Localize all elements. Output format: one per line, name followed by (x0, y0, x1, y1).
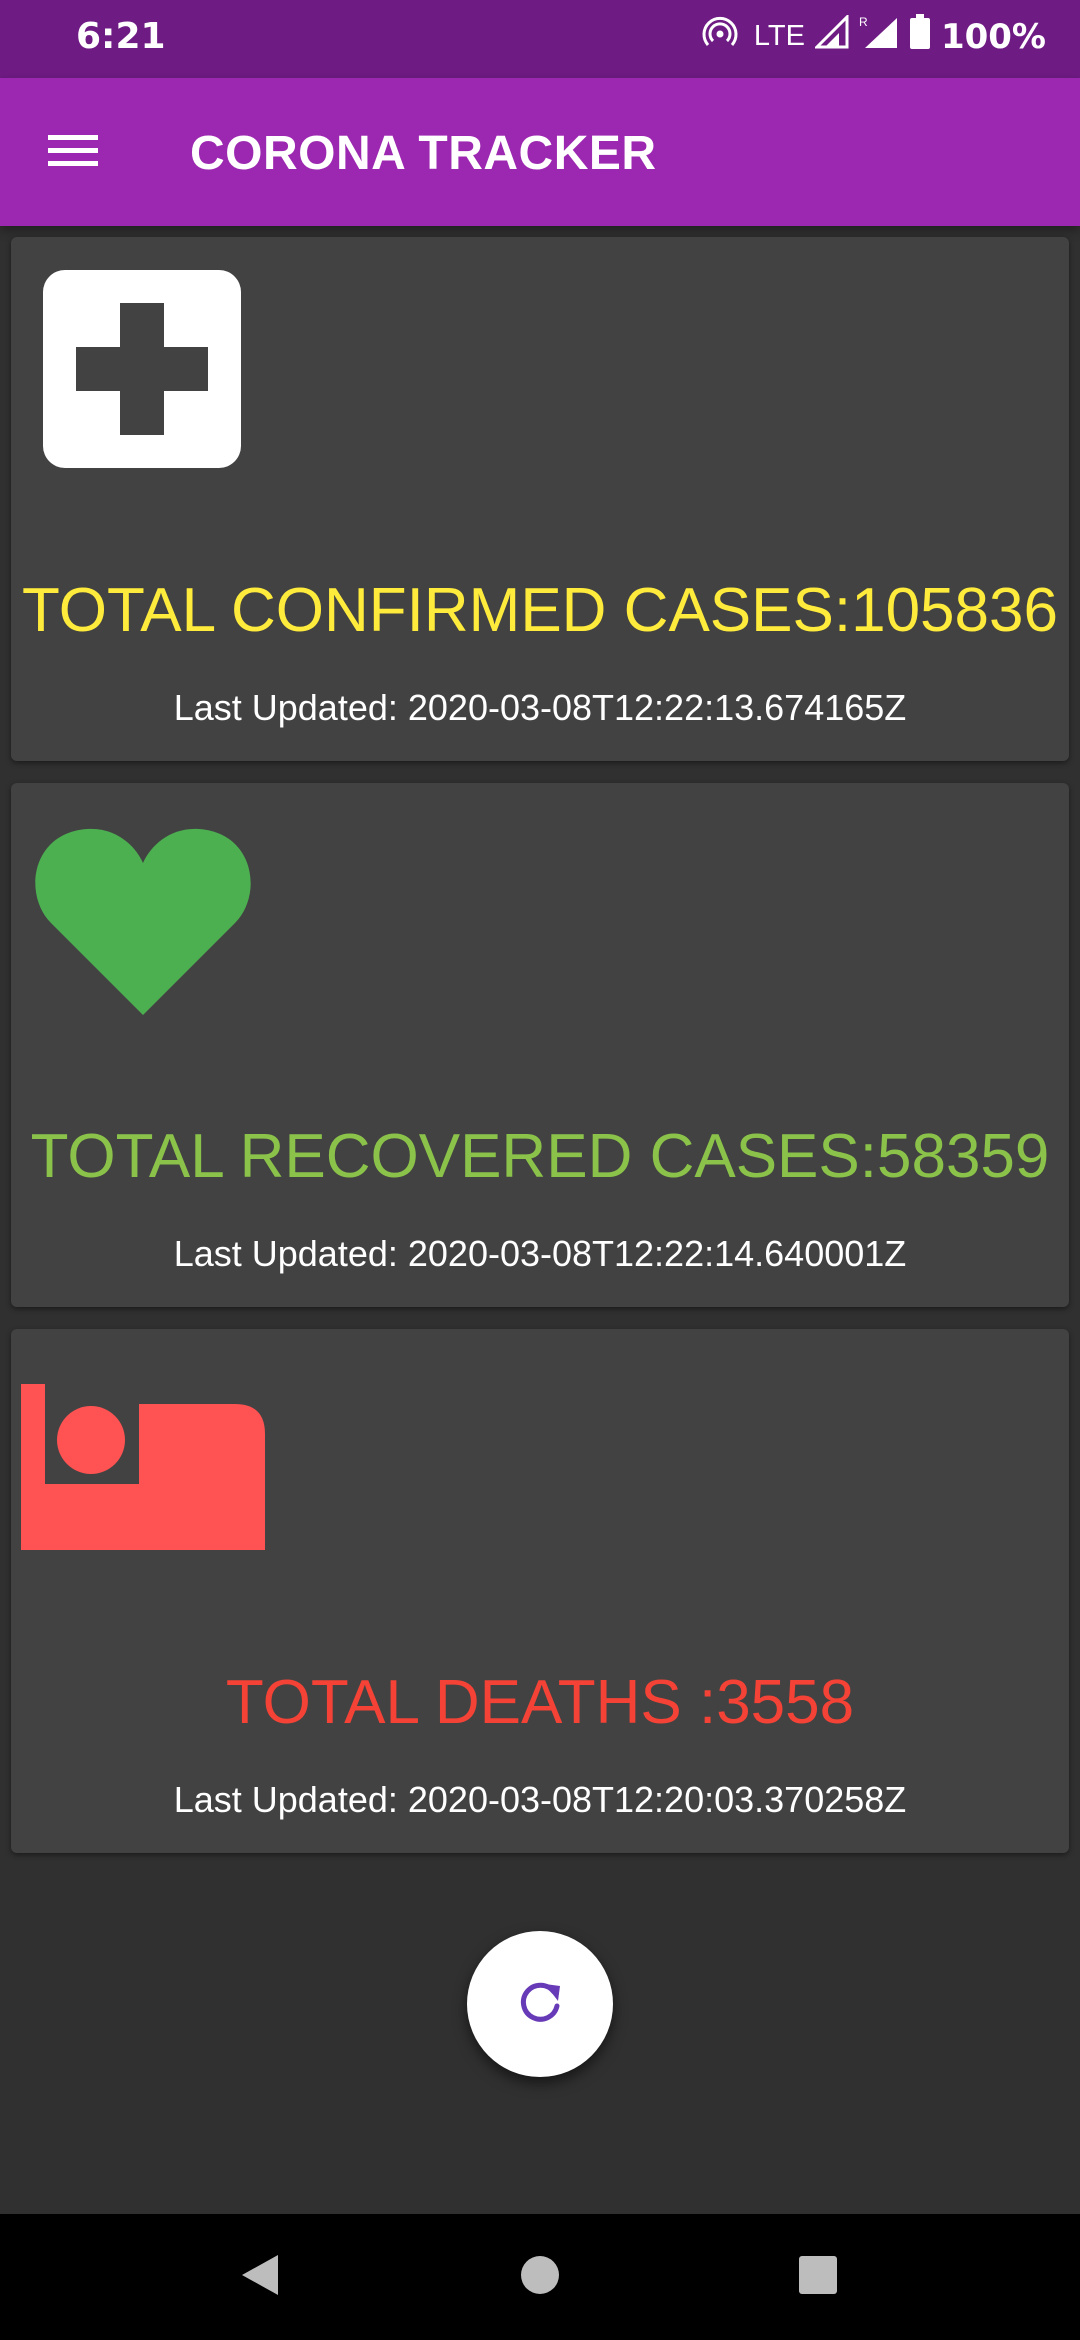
status-icons: LTE R 100% (702, 13, 1046, 59)
system-nav-bar (0, 2214, 1080, 2340)
app-title: CORONA TRACKER (190, 127, 657, 180)
confirmed-count: TOTAL CONFIRMED CASES:105836 (22, 576, 1058, 645)
status-time: 6:21 (76, 16, 166, 57)
deaths-count: TOTAL DEATHS :3558 (225, 1668, 855, 1737)
home-icon (520, 2255, 560, 2300)
deaths-last-updated: Last Updated: 2020-03-08T12:20:03.370258… (173, 1779, 907, 1820)
bed-icon (21, 1384, 265, 1555)
app-bar: CORONA TRACKER (0, 78, 1080, 226)
medical-cross-icon (43, 270, 241, 473)
battery-percent: 100% (940, 16, 1046, 57)
deaths-card: TOTAL DEATHS :3558 Last Updated: 2020-03… (11, 1329, 1069, 1853)
back-icon (240, 2253, 280, 2302)
network-type: LTE (753, 20, 805, 52)
refresh-button[interactable] (467, 1931, 613, 2077)
recovered-count: TOTAL RECOVERED CASES:58359 (30, 1122, 1050, 1191)
recovered-last-updated: Last Updated: 2020-03-08T12:22:14.640001… (173, 1233, 907, 1274)
menu-button[interactable] (30, 118, 116, 188)
confirmed-last-updated: Last Updated: 2020-03-08T12:22:13.674165… (173, 687, 907, 728)
hamburger-menu-icon (48, 133, 98, 174)
hotspot-icon (702, 14, 738, 59)
svg-text:R: R (859, 15, 868, 29)
battery-icon (909, 14, 931, 59)
home-button[interactable] (470, 2214, 610, 2340)
refresh-icon (514, 1976, 566, 2033)
status-bar: 6:21 LTE R 100% (0, 0, 1080, 78)
recovered-cases-card: TOTAL RECOVERED CASES:58359 Last Updated… (11, 783, 1069, 1307)
roaming-signal-icon: R (859, 14, 899, 59)
confirmed-cases-card: TOTAL CONFIRMED CASES:105836 Last Update… (11, 237, 1069, 761)
signal-icon (813, 13, 849, 58)
recents-button[interactable] (748, 2214, 888, 2340)
heart-icon (31, 813, 255, 1022)
back-button[interactable] (190, 2214, 330, 2340)
recents-icon (798, 2255, 838, 2300)
